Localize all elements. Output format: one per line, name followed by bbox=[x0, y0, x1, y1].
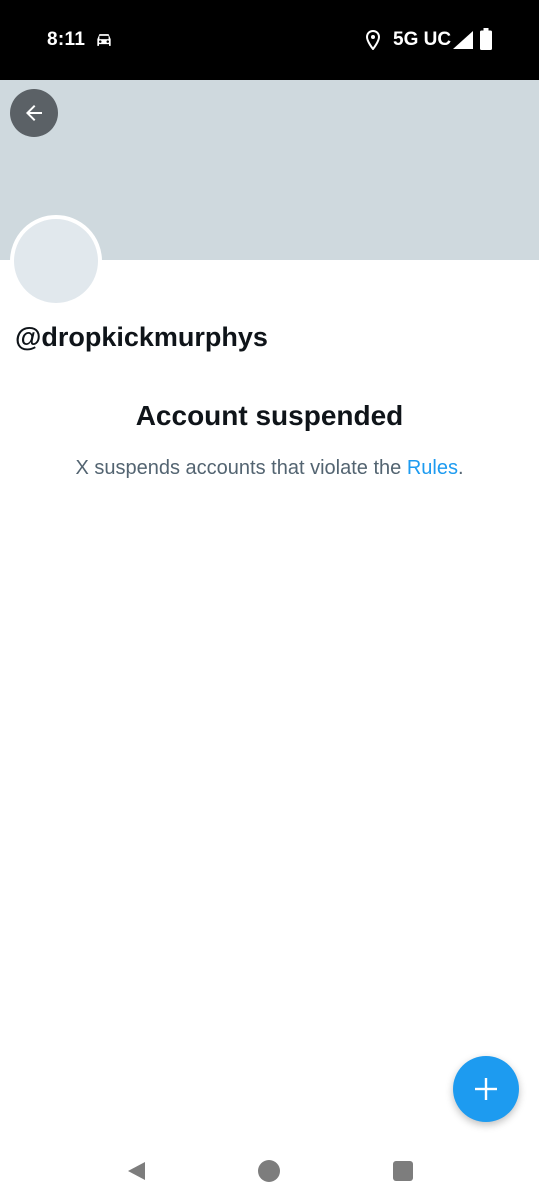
profile-handle: @dropkickmurphys bbox=[15, 322, 268, 352]
network-label: 5G UC bbox=[393, 29, 452, 50]
car-icon bbox=[97, 34, 111, 46]
avatar bbox=[10, 215, 102, 307]
battery-icon bbox=[480, 28, 492, 50]
nav-back-icon[interactable] bbox=[125, 1160, 147, 1182]
rules-link[interactable]: Rules bbox=[407, 457, 458, 479]
location-icon bbox=[366, 30, 380, 50]
nav-recents-icon[interactable] bbox=[393, 1161, 413, 1181]
arrow-left-icon bbox=[26, 105, 42, 121]
suspension-text-before: X suspends accounts that violate the bbox=[75, 457, 407, 479]
suspension-text-after: . bbox=[457, 457, 464, 479]
back-button[interactable] bbox=[10, 89, 58, 137]
plus-icon bbox=[475, 1078, 497, 1100]
status-bar: 8:11 5G UC bbox=[0, 0, 539, 80]
suspension-text: X suspends accounts that violate the Rul… bbox=[0, 457, 539, 480]
compose-button[interactable] bbox=[453, 1056, 519, 1122]
status-time: 8:11 bbox=[47, 29, 86, 50]
suspension-title: Account suspended bbox=[135, 400, 404, 431]
signal-icon bbox=[453, 31, 473, 49]
nav-home-icon[interactable] bbox=[258, 1160, 280, 1182]
